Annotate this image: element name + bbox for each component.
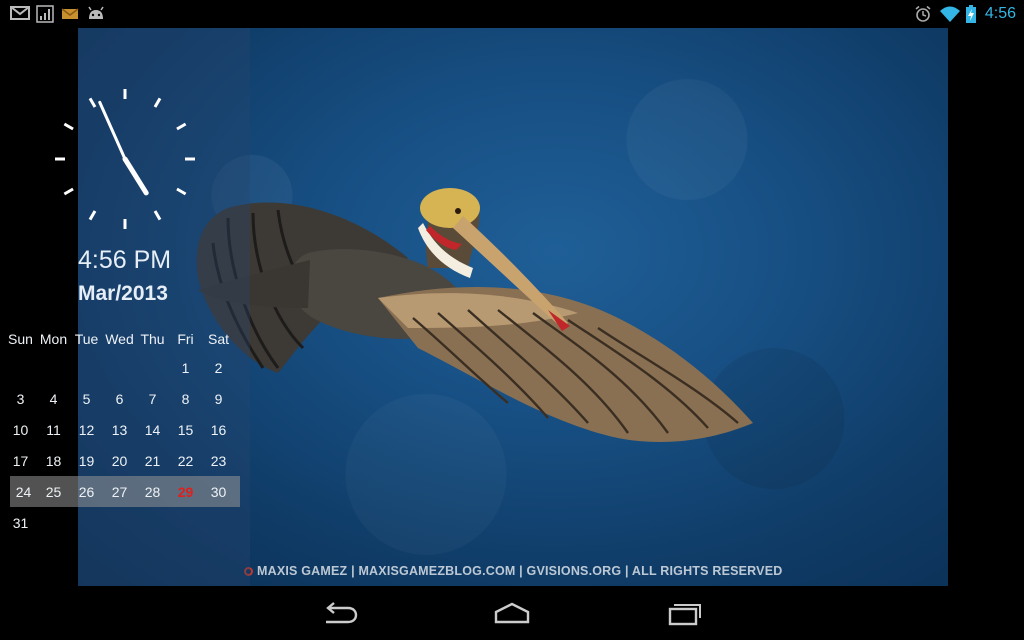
calendar-day: 19 xyxy=(78,452,95,469)
recent-apps-icon[interactable] xyxy=(664,600,704,628)
calendar-weekday-header: Sun Mon Tue Wed Thu Fri Sat xyxy=(4,326,240,352)
calendar-day: 17 xyxy=(12,452,29,469)
month-calendar: Sun Mon Tue Wed Thu Fri Sat 1 2 3 4 5 6 7 8 9 10 1… xyxy=(4,326,240,538)
calendar-day: 23 xyxy=(210,452,227,469)
calendar-day: 14 xyxy=(144,421,161,438)
calendar-day: 30 xyxy=(210,483,227,500)
calendar-day: 2 xyxy=(214,359,223,376)
calendar-day: 20 xyxy=(111,452,128,469)
weekday-label: Wed xyxy=(105,331,134,347)
weekday-label: Fri xyxy=(177,331,194,347)
email-icon[interactable] xyxy=(61,5,79,21)
calendar-day: 18 xyxy=(45,452,62,469)
calendar-day: 4 xyxy=(49,390,58,407)
clock-tick xyxy=(176,122,187,131)
clock-tick xyxy=(88,97,97,108)
navigation-bar xyxy=(0,586,1024,640)
calendar-day: 25 xyxy=(45,483,62,500)
watermark-text: MAXIS GAMEZ | MAXISGAMEZBLOG.COM | GVISI… xyxy=(257,564,783,578)
back-icon[interactable] xyxy=(320,600,360,628)
clock-tick xyxy=(153,97,162,108)
weekday-label: Mon xyxy=(39,331,68,347)
android-icon xyxy=(88,6,104,19)
calendar-week: 31 xyxy=(4,507,240,538)
calendar-day-today: 29 xyxy=(177,483,194,500)
minute-hand xyxy=(98,100,127,161)
clock-tick xyxy=(63,122,74,131)
calendar-week: 12 xyxy=(4,352,240,383)
alarm-icon xyxy=(915,5,931,22)
hour-hand xyxy=(122,156,149,196)
clock-tick xyxy=(88,210,97,221)
calendar-day: 10 xyxy=(12,421,29,438)
calendar-day: 1 xyxy=(181,359,190,376)
digital-time: 4:56 PM xyxy=(78,246,172,274)
home-icon[interactable] xyxy=(492,600,532,628)
calendar-day: 9 xyxy=(214,390,223,407)
weekday-label: Sat xyxy=(207,331,229,347)
status-time: 4:56 xyxy=(984,5,1016,22)
wifi-icon xyxy=(940,6,960,22)
calendar-day: 16 xyxy=(210,421,227,438)
calendar-day: 3 xyxy=(16,390,25,407)
battery-icon xyxy=(966,5,976,23)
calendar-day: 28 xyxy=(144,483,161,500)
calendar-week: 10 11 12 13 14 15 16 xyxy=(4,414,240,445)
status-bar: 4:56 xyxy=(0,0,1024,28)
calendar-week: 3 4 5 6 7 8 9 xyxy=(4,383,240,414)
calendar-day: 5 xyxy=(82,390,91,407)
calendar-day: 26 xyxy=(78,483,95,500)
gmail-icon[interactable] xyxy=(10,5,30,21)
clock-tick xyxy=(63,187,74,196)
calendar-week: 17 18 19 20 21 22 23 xyxy=(4,445,240,476)
analog-clock[interactable] xyxy=(52,86,198,232)
weekday-label: Tue xyxy=(74,331,99,347)
calendar-day: 21 xyxy=(144,452,161,469)
weekday-label: Thu xyxy=(140,331,165,347)
calendar-day: 11 xyxy=(46,421,61,438)
calendar-day: 12 xyxy=(78,421,95,438)
calendar-day: 22 xyxy=(177,452,194,469)
calendar-weeks: 1 2 3 4 5 6 7 8 9 10 11 12 13 14 15 16 17 18 19 20 21 22 23 24 2… xyxy=(4,352,240,538)
calendar-day: 7 xyxy=(148,390,157,407)
calendar-day: 6 xyxy=(115,390,124,407)
calendar-day: 13 xyxy=(111,421,128,438)
calendar-day: 27 xyxy=(111,483,128,500)
month-year-label: Mar/2013 xyxy=(78,282,168,305)
wallpaper-watermark: MAXIS GAMEZ | MAXISGAMEZBLOG.COM | GVISI… xyxy=(244,564,783,578)
weekday-label: Sun xyxy=(8,331,33,347)
calendar-day: 8 xyxy=(181,390,190,407)
clock-tick xyxy=(153,210,162,221)
calendar-day: 31 xyxy=(12,514,29,531)
calendar-week-current: 24 25 26 27 28 29 30 xyxy=(10,476,240,507)
clock-tick xyxy=(176,187,187,196)
signal-icon xyxy=(36,5,54,23)
calendar-day: 15 xyxy=(177,421,194,438)
calendar-day: 24 xyxy=(15,483,32,500)
